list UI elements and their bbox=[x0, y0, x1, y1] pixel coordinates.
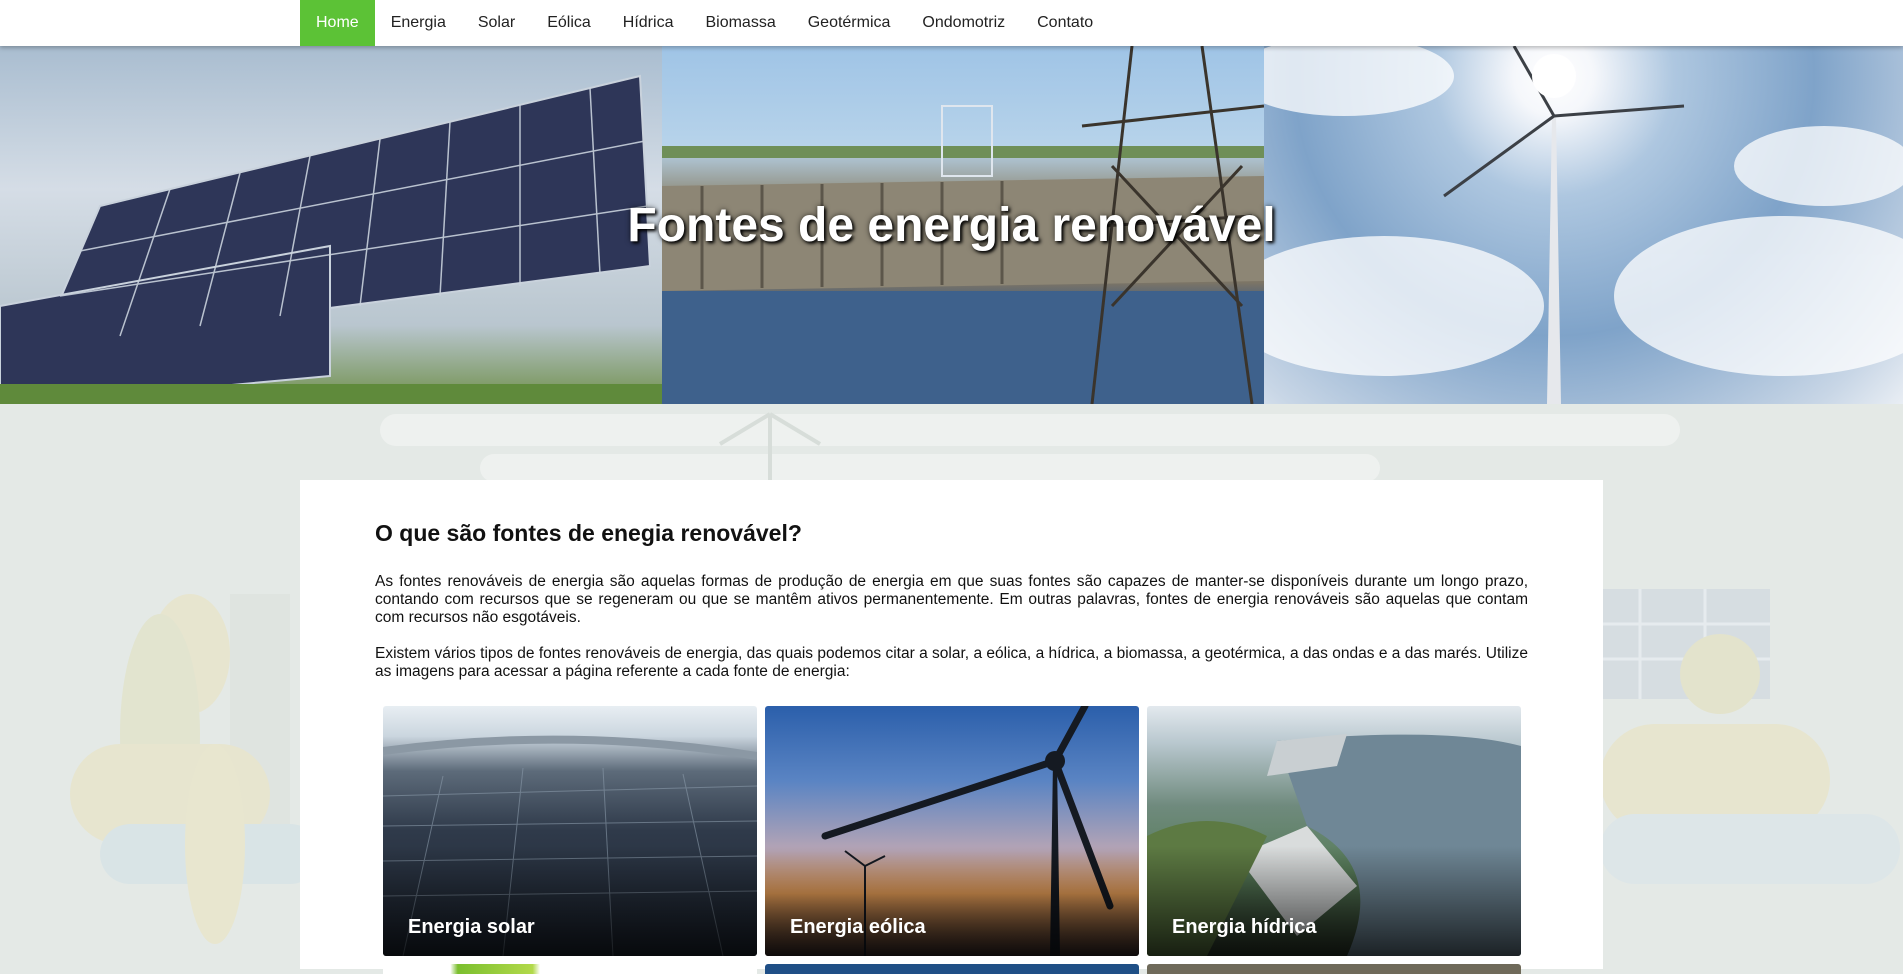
content-card: O que são fontes de enegia renovável? As… bbox=[300, 480, 1603, 974]
tile-energia-solar[interactable]: Energia solar bbox=[383, 706, 757, 956]
hero-banner: Fontes de energia renovável bbox=[0, 46, 1903, 404]
nav-item-biomassa[interactable]: Biomassa bbox=[689, 0, 791, 46]
tile-geotermica-partial[interactable] bbox=[765, 964, 1139, 974]
tile-label-eolica: Energia eólica bbox=[790, 916, 926, 938]
nav-item-eolica[interactable]: Eólica bbox=[531, 0, 607, 46]
nav-item-home[interactable]: Home bbox=[300, 0, 375, 46]
nav-item-geotermica[interactable]: Geotérmica bbox=[792, 0, 907, 46]
tile-ondomotriz-partial[interactable] bbox=[1147, 964, 1521, 974]
nav-item-solar[interactable]: Solar bbox=[462, 0, 531, 46]
tile-energia-eolica[interactable]: Energia eólica bbox=[765, 706, 1139, 956]
section-heading: O que são fontes de enegia renovável? bbox=[375, 520, 802, 546]
tile-label-hidrica: Energia hídrica bbox=[1172, 916, 1317, 938]
nav-item-energia[interactable]: Energia bbox=[375, 0, 462, 46]
tile-biomassa-partial[interactable] bbox=[383, 964, 757, 974]
tile-shade bbox=[383, 846, 757, 956]
tile-energia-hidrica[interactable]: Energia hídrica bbox=[1147, 706, 1521, 956]
nav-item-contato[interactable]: Contato bbox=[1021, 0, 1109, 46]
types-paragraph: Existem vários tipos de fontes renovávei… bbox=[375, 645, 1528, 680]
nav-item-ondomotriz[interactable]: Ondomotriz bbox=[906, 0, 1021, 46]
hero-title: Fontes de energia renovável bbox=[627, 199, 1276, 252]
top-nav: Home Energia Solar Eólica Hídrica Biomas… bbox=[0, 0, 1903, 46]
tile-label-solar: Energia solar bbox=[408, 916, 535, 938]
nav-menu: Home Energia Solar Eólica Hídrica Biomas… bbox=[300, 0, 1109, 46]
tile-shade bbox=[765, 846, 1139, 956]
nav-item-hidrica[interactable]: Hídrica bbox=[607, 0, 690, 46]
tile-shade bbox=[1147, 846, 1521, 956]
intro-paragraph: As fontes renováveis de energia são aque… bbox=[375, 573, 1528, 626]
